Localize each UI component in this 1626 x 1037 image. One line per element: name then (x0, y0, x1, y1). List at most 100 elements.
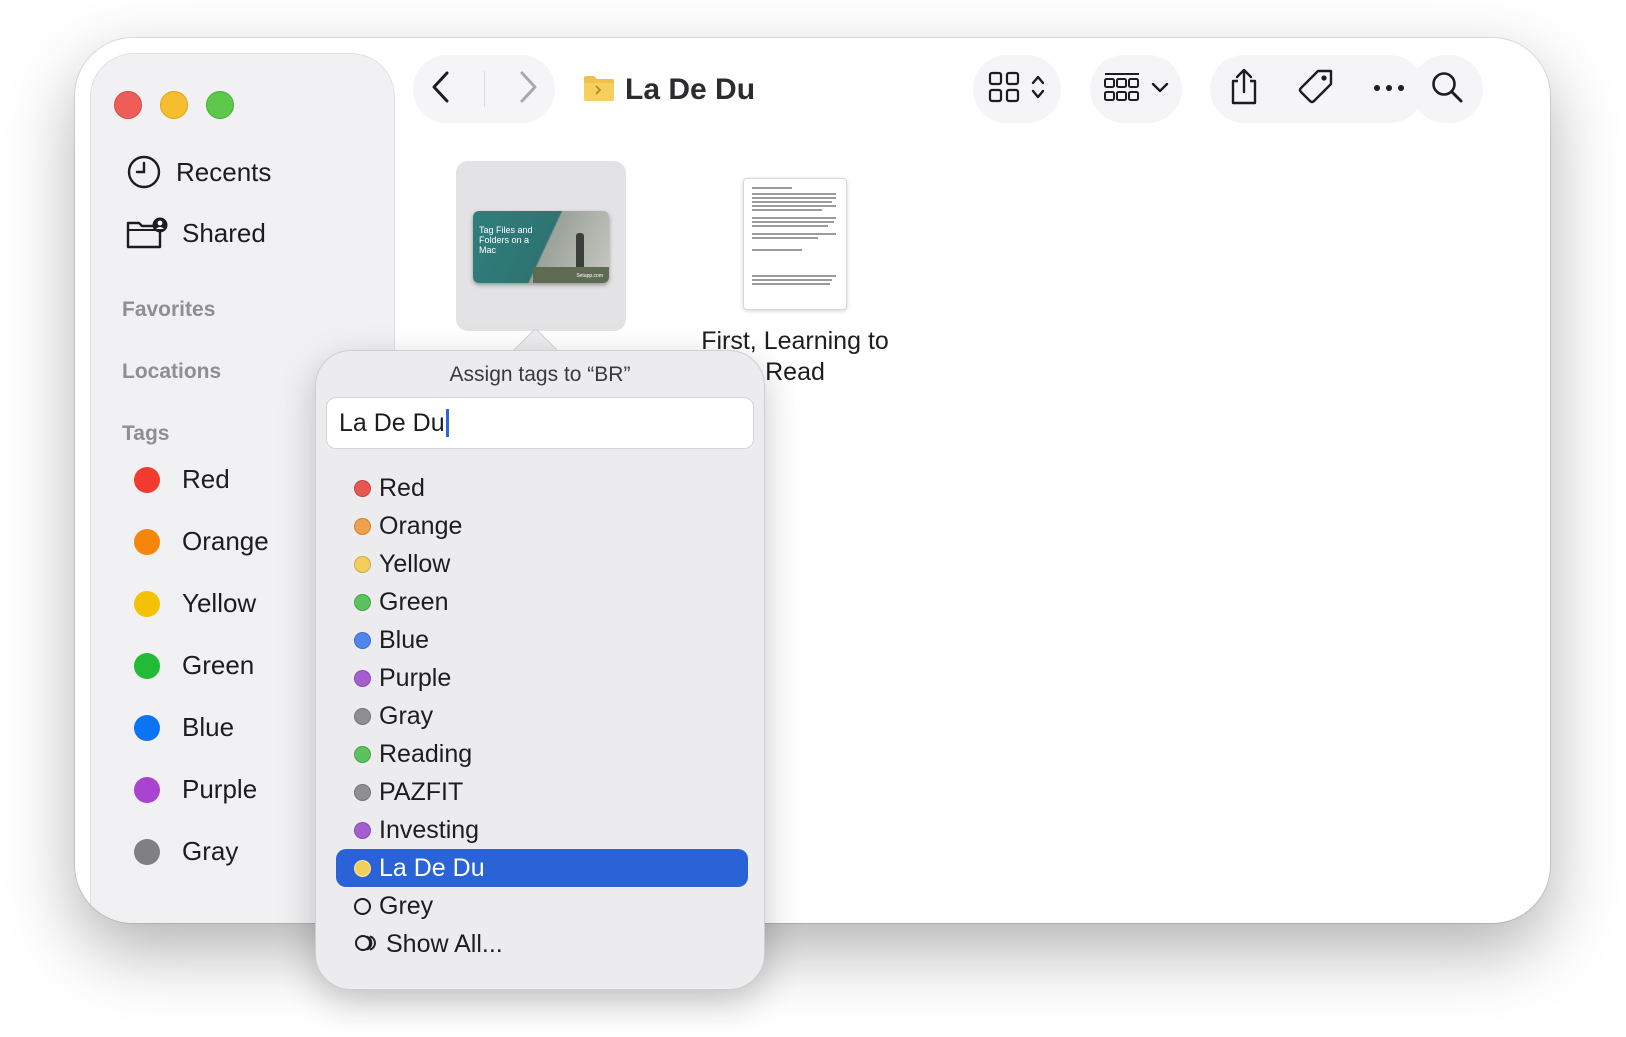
sidebar-tag-label: Gray (182, 836, 239, 866)
tag-option-label: Purple (379, 663, 452, 692)
sidebar-tag-blue[interactable]: Blue (134, 712, 234, 743)
tag-option-reading[interactable]: Reading (336, 735, 748, 773)
tag-color-dot (354, 707, 371, 725)
tag-option-label: Grey (379, 891, 434, 920)
sidebar-tag-green[interactable]: Green (134, 650, 254, 681)
tag-color-dot (134, 714, 160, 741)
doc-line (752, 217, 836, 219)
tag-color-dot (134, 528, 160, 555)
sidebar-section-locations[interactable]: Locations (122, 360, 221, 384)
divider (483, 71, 485, 107)
share-icon[interactable] (1228, 68, 1260, 111)
tag-color-dot (134, 590, 160, 617)
tag-option-la-de-du[interactable]: La De Du (336, 849, 748, 887)
tag-option-label: Red (379, 473, 425, 502)
tag-color-dot (354, 555, 371, 573)
tag-option-list: Red Orange Yellow Green Blue Purple Gray (336, 469, 748, 963)
sidebar-item-label: Recents (176, 156, 272, 187)
sidebar-tag-red[interactable]: Red (134, 464, 230, 495)
tag-option-gray[interactable]: Gray (336, 697, 748, 735)
sidebar-tag-orange[interactable]: Orange (134, 526, 269, 557)
finder-window: Recents Shared Favorites Locations Tags … (75, 38, 1550, 923)
doc-line (752, 237, 818, 239)
ellipsis-icon[interactable] (1372, 80, 1406, 98)
tag-option-green[interactable]: Green (336, 583, 748, 621)
tag-option-investing[interactable]: Investing (336, 811, 748, 849)
tag-option-blue[interactable]: Blue (336, 621, 748, 659)
tag-option-label: Yellow (379, 549, 451, 578)
folder-icon (583, 74, 615, 107)
tag-color-dot (354, 631, 371, 649)
chevron-left-icon[interactable] (429, 70, 453, 109)
chevron-updown-icon (1030, 73, 1046, 106)
tag-color-dot (354, 479, 371, 497)
doc-line (752, 221, 834, 223)
tag-option-pazfit[interactable]: PAZFIT (336, 773, 748, 811)
doc-line (752, 249, 802, 251)
window-title-area: La De Du (583, 73, 755, 107)
tag-option-orange[interactable]: Orange (336, 507, 748, 545)
actions-group (1210, 55, 1424, 123)
group-icon (1103, 71, 1141, 108)
show-all-tags[interactable]: Show All... (336, 925, 748, 963)
file-thumbnail-document[interactable] (743, 178, 847, 310)
tag-option-label: PAZFIT (379, 777, 464, 806)
tag-option-label: La De Du (379, 853, 485, 882)
sidebar-tag-yellow[interactable]: Yellow (134, 588, 256, 619)
show-all-icon (354, 930, 378, 959)
sidebar-section-tags[interactable]: Tags (122, 422, 169, 446)
doc-line (752, 233, 836, 235)
tag-color-dot (134, 652, 160, 679)
tag-search-value: La De Du (339, 409, 445, 437)
search-button[interactable] (1411, 55, 1483, 123)
tag-color-dot (134, 838, 160, 865)
tag-option-label: Blue (379, 625, 430, 654)
doc-line (752, 193, 836, 195)
sidebar-tag-gray[interactable]: Gray (134, 836, 238, 867)
tag-option-red[interactable]: Red (336, 469, 748, 507)
tag-option-label: Investing (379, 815, 480, 844)
close-button[interactable] (114, 91, 142, 119)
sidebar-tag-label: Yellow (182, 588, 257, 618)
view-button[interactable] (973, 55, 1061, 123)
doc-line (752, 283, 830, 285)
doc-line (752, 279, 832, 281)
sidebar-item-shared[interactable]: Shared (126, 216, 266, 250)
doc-line (752, 275, 836, 277)
tag-icon[interactable] (1297, 68, 1335, 111)
sidebar-tag-label: Purple (182, 774, 258, 804)
sidebar-item-label: Shared (182, 217, 266, 248)
tag-popover: Assign tags to “BR” La De Du Red Orange … (315, 350, 765, 990)
window-title: La De Du (625, 73, 756, 106)
search-icon (1430, 70, 1464, 109)
tag-color-dot (354, 517, 371, 535)
sidebar-tag-purple[interactable]: Purple (134, 774, 257, 805)
tag-option-grey[interactable]: Grey (336, 887, 748, 925)
tag-color-dot (354, 745, 371, 763)
zoom-button[interactable] (206, 91, 234, 119)
group-button[interactable] (1090, 55, 1182, 123)
doc-line (752, 209, 822, 211)
tag-option-label: Reading (379, 739, 473, 768)
tag-color-dot (354, 593, 371, 611)
chevron-right-icon[interactable] (516, 70, 540, 109)
tag-color-dot (134, 776, 160, 803)
grid-view-icon (988, 71, 1020, 108)
tag-color-dot (354, 783, 371, 801)
tag-option-label: Green (379, 587, 449, 616)
navigation-group (413, 55, 555, 123)
file-thumbnail-br[interactable]: Tag Files and Folders on a Mac Setapp.co… (473, 211, 609, 283)
doc-line (752, 225, 828, 227)
sidebar-item-recents[interactable]: Recents (126, 154, 271, 190)
sidebar-tag-label: Red (182, 464, 230, 494)
tag-option-label: Orange (379, 511, 463, 540)
sidebar-section-favorites[interactable]: Favorites (122, 298, 215, 322)
tag-option-yellow[interactable]: Yellow (336, 545, 748, 583)
minimize-button[interactable] (160, 91, 188, 119)
tag-option-purple[interactable]: Purple (336, 659, 748, 697)
doc-line (752, 205, 836, 207)
text-caret (445, 409, 449, 437)
clock-icon (126, 154, 162, 190)
tag-option-label: Gray (379, 701, 434, 730)
tag-search-input[interactable]: La De Du (326, 397, 754, 449)
